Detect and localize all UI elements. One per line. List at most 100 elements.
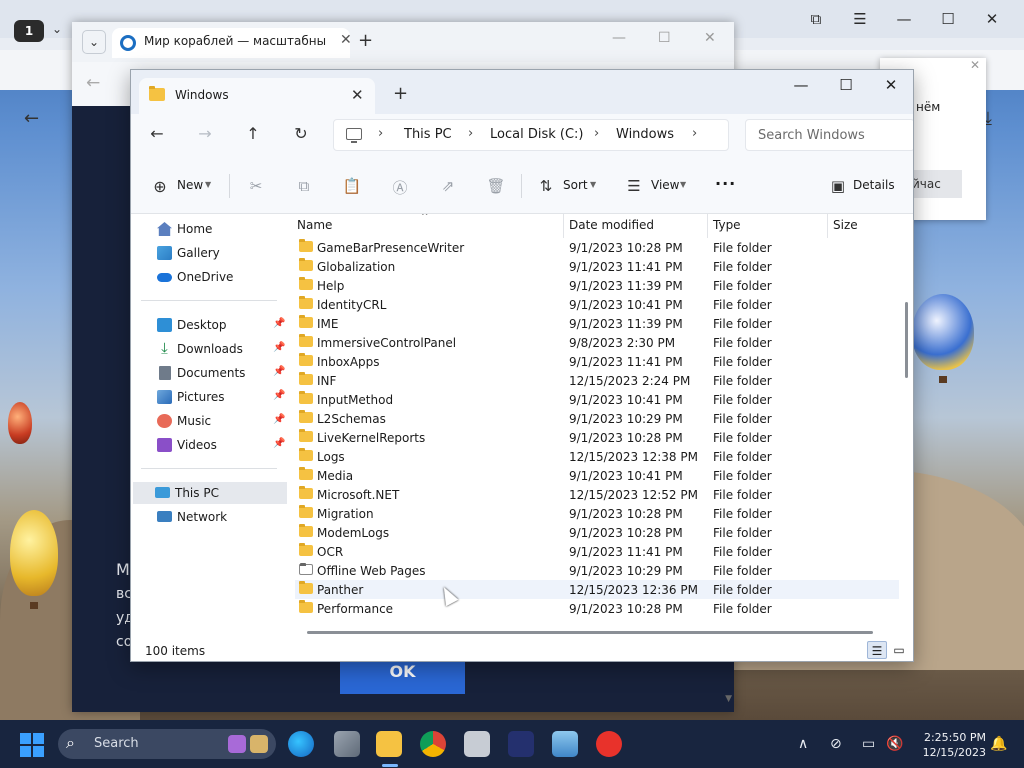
pin-icon[interactable]: 📌 — [273, 318, 285, 329]
nav-item-home[interactable]: Home — [135, 218, 285, 240]
table-row[interactable]: L2Schemas 9/1/2023 10:29 PM File folder — [295, 409, 899, 428]
volume-muted-icon[interactable]: 🔇 — [886, 736, 903, 752]
share-icon[interactable]: ⇗ — [437, 177, 459, 195]
pin-icon[interactable]: 📌 — [273, 414, 285, 425]
sort-button[interactable]: Sort — [563, 178, 588, 192]
back-arrow-icon[interactable]: ← — [24, 108, 39, 129]
vertical-scrollbar[interactable] — [905, 302, 908, 378]
breadcrumb[interactable]: › This PC › Local Disk (C:) › Windows › — [333, 119, 729, 151]
table-row[interactable]: IdentityCRL 9/1/2023 10:41 PM File folder — [295, 295, 899, 314]
close-tab-icon[interactable]: ✕ — [351, 86, 364, 104]
network-off-icon[interactable]: ⊘ — [830, 736, 842, 752]
table-row[interactable]: InputMethod 9/1/2023 10:41 PM File folder — [295, 390, 899, 409]
hamburger-menu-icon[interactable]: ☰ — [850, 10, 870, 28]
table-row[interactable]: ImmersiveControlPanel 9/8/2023 2:30 PM Fil… — [295, 333, 899, 352]
new-button[interactable]: New — [177, 178, 203, 192]
paste-icon[interactable]: 📋 — [341, 177, 363, 195]
new-tab-button[interactable]: + — [358, 30, 373, 51]
monitor-app-icon[interactable] — [552, 731, 578, 757]
back-arrow-icon[interactable]: ← — [86, 73, 100, 93]
explorer-tab[interactable]: Windows ✕ — [139, 78, 375, 114]
pin-icon[interactable]: 📌 — [273, 342, 285, 353]
tab-count-badge[interactable]: 1 — [14, 20, 44, 42]
add-icon[interactable]: ⊕ — [149, 177, 171, 196]
view-icon[interactable]: ☰ — [623, 177, 645, 195]
chevron-down-icon[interactable]: ⌄ — [52, 22, 62, 36]
nav-item-documents[interactable]: Documents 📌 — [135, 362, 285, 384]
tiles-view-icon[interactable]: ▭ — [889, 641, 909, 659]
chrome-icon[interactable] — [420, 731, 446, 757]
notification-bell-icon[interactable]: 🔔 — [990, 736, 1007, 752]
browser-tab[interactable]: Мир кораблей — масштабны — [112, 28, 350, 58]
chevron-up-icon[interactable]: ∧ — [798, 736, 808, 752]
close-icon[interactable]: ✕ — [340, 32, 352, 48]
table-row[interactable]: Panther 12/15/2023 12:36 PM File folder — [295, 580, 899, 599]
shield-app-icon[interactable] — [464, 731, 490, 757]
chevron-right-icon[interactable]: › — [378, 126, 383, 141]
forward-arrow-icon[interactable]: → — [193, 124, 217, 143]
minimize-icon[interactable]: — — [612, 30, 626, 46]
breadcrumb-windows[interactable]: Windows — [616, 127, 674, 142]
column-header-size[interactable]: Size — [833, 218, 858, 232]
nav-item-music[interactable]: Music 📌 — [135, 410, 285, 432]
table-row[interactable]: Globalization 9/1/2023 11:41 PM File folde… — [295, 257, 899, 276]
copy-icon[interactable]: ⧉ — [293, 177, 315, 195]
nav-item-onedrive[interactable]: OneDrive — [135, 266, 285, 288]
table-row[interactable]: Performance 9/1/2023 10:28 PM File folder — [295, 599, 899, 618]
column-divider[interactable] — [563, 214, 564, 238]
table-row[interactable]: Offline Web Pages 9/1/2023 10:29 PM File f… — [295, 561, 899, 580]
taskbar-search[interactable]: ⌕ Search — [58, 729, 276, 759]
nav-item-videos[interactable]: Videos 📌 — [135, 434, 285, 456]
table-row[interactable]: OCR 9/1/2023 11:41 PM File folder — [295, 542, 899, 561]
dialog-button[interactable]: йчас — [906, 170, 962, 198]
table-row[interactable]: IME 9/1/2023 11:39 PM File folder — [295, 314, 899, 333]
nav-item-network[interactable]: Network — [135, 506, 285, 528]
chevron-right-icon[interactable]: › — [692, 126, 697, 141]
rename-icon[interactable]: Ⓐ — [389, 177, 411, 198]
column-divider[interactable] — [707, 214, 708, 238]
sort-icon[interactable]: ⇅ — [535, 177, 557, 195]
column-header-name[interactable]: Name — [297, 218, 332, 232]
horizontal-scrollbar[interactable] — [307, 631, 873, 634]
minimize-icon[interactable]: — — [789, 76, 813, 94]
pin-icon[interactable]: 📌 — [273, 390, 285, 401]
column-header-type[interactable]: Type — [713, 218, 741, 232]
nav-item-desktop[interactable]: Desktop 📌 — [135, 314, 285, 336]
close-icon[interactable]: ✕ — [982, 10, 1002, 28]
close-icon[interactable]: ✕ — [704, 30, 716, 46]
maximize-icon[interactable]: ☐ — [834, 76, 858, 94]
minimize-icon[interactable]: — — [894, 10, 914, 28]
table-row[interactable]: GameBarPresenceWriter 9/1/2023 10:28 PM Fi… — [295, 238, 899, 257]
vpn-app-icon[interactable] — [508, 731, 534, 757]
nav-item-gallery[interactable]: Gallery — [135, 242, 285, 264]
up-arrow-icon[interactable]: ↑ — [241, 124, 265, 143]
table-row[interactable]: Logs 12/15/2023 12:38 PM File folder — [295, 447, 899, 466]
breadcrumb-local-disk[interactable]: Local Disk (C:) — [490, 127, 583, 142]
scroll-down-arrow-icon[interactable]: ▼ — [725, 694, 732, 704]
clock[interactable]: 2:25:50 PM 12/15/2023 — [910, 730, 986, 760]
table-row[interactable]: Migration 9/1/2023 10:28 PM File folder — [295, 504, 899, 523]
column-divider[interactable] — [827, 214, 828, 238]
table-row[interactable]: Help 9/1/2023 11:39 PM File folder — [295, 276, 899, 295]
chevron-down-icon[interactable]: ⌄ — [82, 30, 106, 54]
pin-icon[interactable]: 📌 — [273, 366, 285, 377]
refresh-icon[interactable]: ↻ — [289, 124, 313, 143]
breadcrumb-this-pc[interactable]: This PC — [404, 127, 452, 142]
edge-beta-icon[interactable] — [288, 731, 314, 757]
file-explorer-icon[interactable] — [376, 731, 402, 757]
cut-icon[interactable]: ✂ — [245, 177, 267, 195]
back-arrow-icon[interactable]: ← — [145, 124, 169, 143]
close-icon[interactable]: ✕ — [970, 58, 980, 72]
view-button[interactable]: View — [651, 178, 679, 192]
details-pane-icon[interactable]: ▣ — [827, 177, 849, 195]
task-view-icon[interactable] — [334, 731, 360, 757]
nav-item-pictures[interactable]: Pictures 📌 — [135, 386, 285, 408]
details-view-icon[interactable]: ☰ — [867, 641, 887, 659]
pin-icon[interactable]: 📌 — [273, 438, 285, 449]
maximize-icon[interactable]: ☐ — [938, 10, 958, 28]
table-row[interactable]: Microsoft.NET 12/15/2023 12:52 PM File fol… — [295, 485, 899, 504]
table-row[interactable]: InboxApps 9/1/2023 11:41 PM File folder — [295, 352, 899, 371]
new-tab-button[interactable]: + — [393, 83, 408, 104]
column-header-date[interactable]: Date modified — [569, 218, 654, 232]
screen-icon[interactable]: ▭ — [862, 736, 875, 752]
